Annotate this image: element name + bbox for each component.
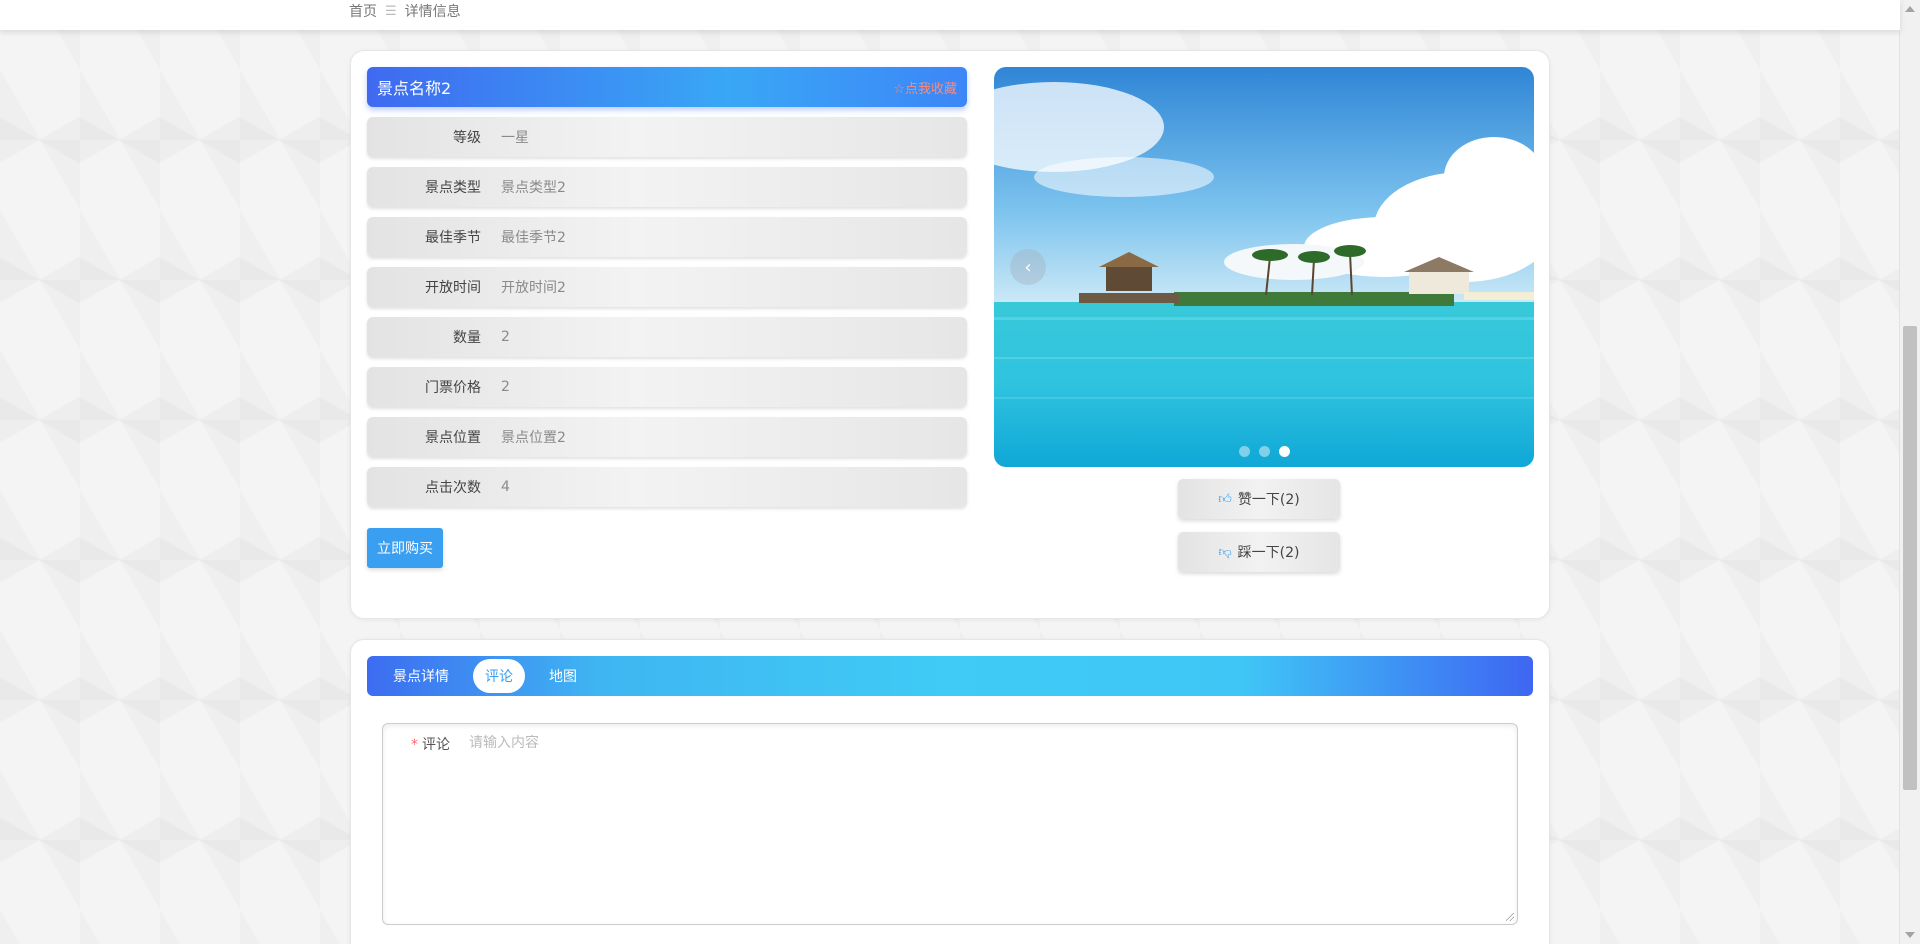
detail-value: 最佳季节2 <box>501 230 566 246</box>
detail-value: 景点位置2 <box>501 430 566 446</box>
detail-value: 开放时间2 <box>501 280 566 296</box>
resize-handle-icon[interactable] <box>1506 913 1514 921</box>
detail-value: 2 <box>501 329 510 345</box>
top-bar: 首页 ☰ 详情信息 <box>0 0 1900 30</box>
detail-label: 点击次数 <box>425 480 481 496</box>
dislike-button[interactable]: 👎︎ 踩一下(2) <box>1178 532 1340 572</box>
image-carousel[interactable]: ‹ › <box>994 67 1534 467</box>
comment-label-text: 评论 <box>422 737 450 753</box>
tab-map[interactable]: 地图 <box>537 659 589 693</box>
detail-label: 开放时间 <box>425 280 481 296</box>
breadcrumb-separator-icon: ☰ <box>385 3 397 19</box>
thumbs-down-icon: 👎︎ <box>1218 544 1232 560</box>
tab-attraction-details[interactable]: 景点详情 <box>381 659 461 693</box>
carousel-next-button[interactable]: › <box>1482 249 1518 285</box>
detail-row-type: 景点类型 景点类型2 <box>367 167 967 207</box>
carousel-prev-button[interactable]: ‹ <box>1010 249 1046 285</box>
detail-label: 景点类型 <box>425 180 481 196</box>
detail-label: 门票价格 <box>425 380 481 396</box>
breadcrumb-home-link[interactable]: 首页 <box>349 1 377 21</box>
detail-row-ticket-price: 门票价格 2 <box>367 367 967 407</box>
dislike-label: 踩一下(2) <box>1237 545 1300 561</box>
thumbs-up-icon: 👍︎ <box>1218 491 1232 507</box>
breadcrumb: 首页 ☰ 详情信息 <box>349 1 461 21</box>
carousel-dot[interactable] <box>1258 446 1270 457</box>
scrollbar-thumb[interactable] <box>1903 326 1917 790</box>
carousel-indicators <box>994 446 1534 457</box>
detail-value: 景点类型2 <box>501 180 566 196</box>
comment-label: * 评论 <box>411 734 450 754</box>
detail-row-season: 最佳季节 最佳季节2 <box>367 217 967 257</box>
tab-bar: 景点详情 评论 地图 <box>367 656 1533 696</box>
like-button[interactable]: 👍︎ 赞一下(2) <box>1178 479 1340 519</box>
favorite-button[interactable]: ☆点我收藏 <box>893 78 957 97</box>
detail-row-open-time: 开放时间 开放时间2 <box>367 267 967 307</box>
required-mark: * <box>411 737 418 753</box>
detail-label: 最佳季节 <box>425 230 481 246</box>
detail-label: 数量 <box>453 330 481 346</box>
detail-label: 景点位置 <box>425 430 481 446</box>
detail-value: 一星 <box>501 130 529 146</box>
detail-row-clicks: 点击次数 4 <box>367 467 967 507</box>
tabs-card: 景点详情 评论 地图 * 评论 <box>350 639 1550 944</box>
comment-form: * 评论 <box>382 723 1518 925</box>
carousel-dot-active[interactable] <box>1278 446 1290 457</box>
breadcrumb-current: 详情信息 <box>404 4 461 20</box>
page-title: 景点名称2 <box>377 79 452 98</box>
scroll-down-icon[interactable] <box>1905 932 1915 938</box>
comment-textarea[interactable] <box>467 730 1501 914</box>
scroll-up-icon[interactable] <box>1905 6 1915 12</box>
carousel-dot[interactable] <box>1238 446 1250 457</box>
page-scrollbar[interactable] <box>1899 0 1920 944</box>
detail-list: 等级 一星 景点类型 景点类型2 最佳季节 最佳季节2 开放时间 开放时间2 数… <box>367 117 967 517</box>
tab-comments[interactable]: 评论 <box>473 659 525 693</box>
detail-row-level: 等级 一星 <box>367 117 967 157</box>
detail-row-location: 景点位置 景点位置2 <box>367 417 967 457</box>
detail-value: 2 <box>501 379 510 395</box>
like-label: 赞一下(2) <box>1237 492 1300 508</box>
detail-title-bar: 景点名称2 ☆点我收藏 <box>367 67 967 107</box>
detail-label: 等级 <box>453 130 481 146</box>
buy-now-button[interactable]: 立即购买 <box>367 528 443 568</box>
detail-row-quantity: 数量 2 <box>367 317 967 357</box>
detail-value: 4 <box>501 479 510 495</box>
carousel-image <box>994 67 1534 467</box>
detail-card: 景点名称2 ☆点我收藏 等级 一星 景点类型 景点类型2 最佳季节 最佳季节2 … <box>350 50 1550 619</box>
